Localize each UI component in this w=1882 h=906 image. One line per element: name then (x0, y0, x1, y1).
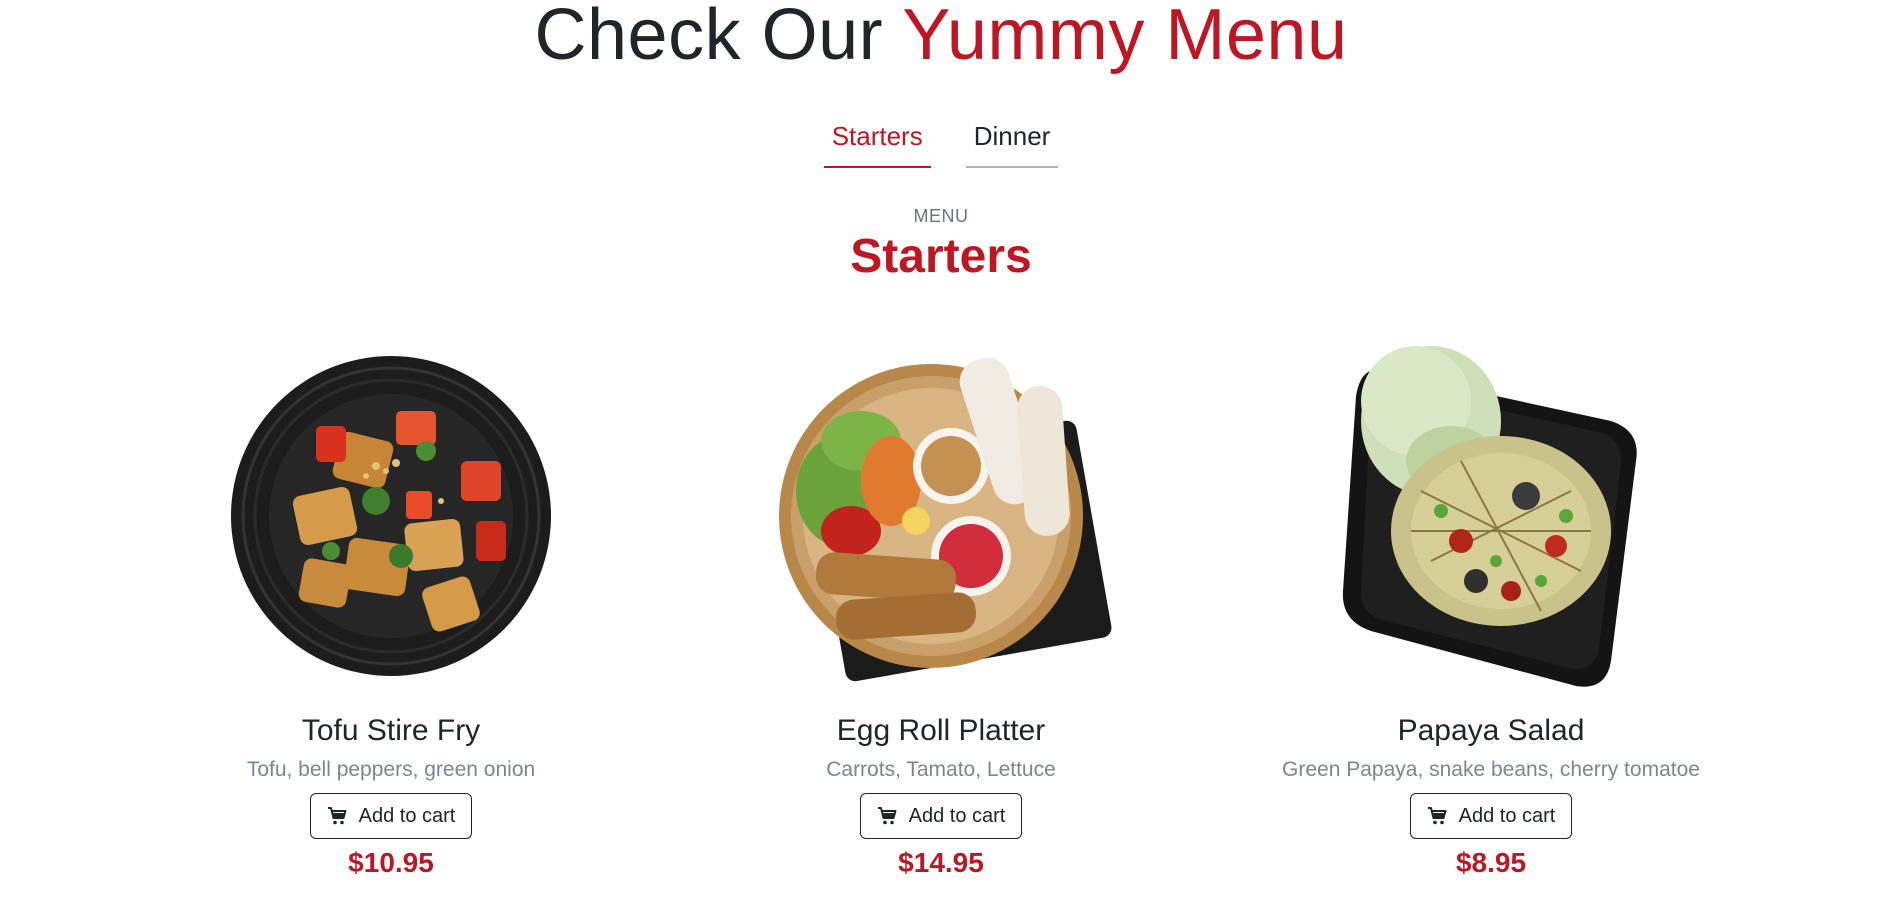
menu-item: Papaya Salad Green Papaya, snake beans, … (1211, 326, 1771, 879)
cart-icon (327, 807, 347, 825)
tab-starters[interactable]: Starters (823, 117, 931, 168)
page-title: Check Our Yummy Menu (0, 0, 1882, 76)
title-plain: Check Our (534, 0, 903, 75)
add-to-cart-button[interactable]: Add to cart (309, 793, 473, 839)
item-ingredients: Carrots, Tamato, Lettuce (826, 758, 1056, 781)
add-to-cart-label: Add to cart (358, 804, 456, 827)
item-ingredients: Green Papaya, snake beans, cherry tomato… (1282, 758, 1700, 781)
tofu-stir-fry-image[interactable] (111, 326, 671, 706)
menu-item: Egg Roll Platter Carrots, Tamato, Lettuc… (661, 326, 1221, 879)
egg-roll-platter-image[interactable] (661, 326, 1221, 706)
item-price: $14.95 (898, 847, 984, 878)
add-to-cart-label: Add to cart (908, 804, 1006, 827)
item-name: Tofu Stire Fry (301, 714, 481, 747)
add-to-cart-button[interactable]: Add to cart (859, 793, 1023, 839)
section-kicker: MENU (913, 206, 969, 226)
cart-icon (877, 807, 897, 825)
item-ingredients: Tofu, bell peppers, green onion (246, 758, 536, 781)
papaya-salad-image[interactable] (1211, 326, 1771, 706)
add-to-cart-button[interactable]: Add to cart (1409, 793, 1573, 839)
add-to-cart-label: Add to cart (1458, 804, 1556, 827)
tab-dinner[interactable]: Dinner (965, 117, 1059, 168)
item-name: Papaya Salad (1397, 714, 1585, 747)
item-name: Egg Roll Platter (836, 714, 1046, 747)
cart-icon (1427, 807, 1447, 825)
item-price: $8.95 (1455, 847, 1527, 878)
title-accent: Yummy Menu (902, 0, 1348, 75)
section-title: Starters (850, 230, 1032, 283)
menu-tabs: Starters Dinner (0, 117, 1882, 168)
item-price: $10.95 (348, 847, 434, 878)
menu-item: Tofu Stire Fry Tofu, bell peppers, green… (111, 326, 671, 879)
